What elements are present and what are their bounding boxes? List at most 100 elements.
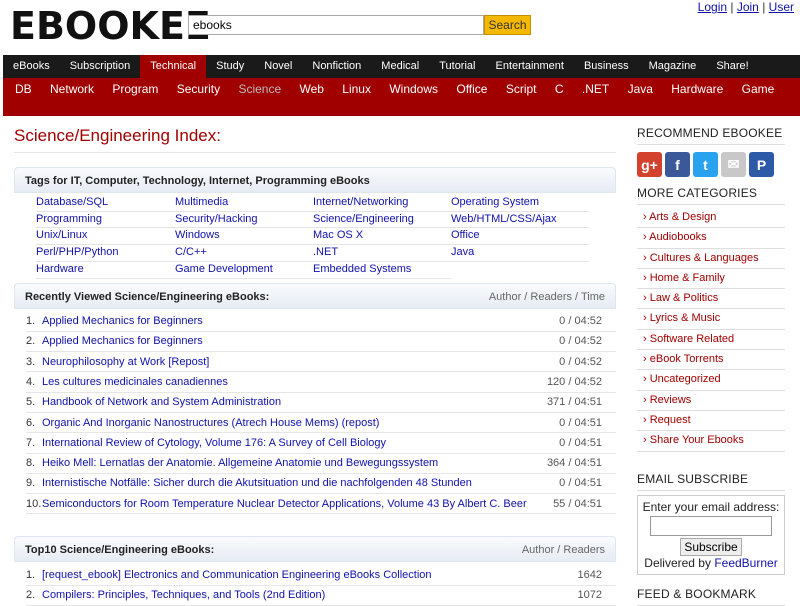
list-item: 2. Compilers: Principles, Techniques, and… [26,586,616,606]
subnav-db[interactable]: DB [15,82,32,96]
tab-tutorial[interactable]: Tutorial [429,55,485,78]
subnav-hardware[interactable]: Hardware [671,82,723,96]
list-item: 7. International Review of Cytology, Volu… [26,433,616,454]
twitter-icon[interactable]: t [693,152,718,177]
item-title-link[interactable]: Organic And Inorganic Nanostructures (At… [42,413,559,433]
tag-link[interactable]: Web/HTML/CSS/Ajax [451,212,589,229]
facebook-icon[interactable]: f [665,152,690,177]
subnav-game[interactable]: Game [742,82,775,96]
tag-link[interactable]: Office [451,228,589,246]
search-button[interactable]: Search [484,15,531,35]
subnav-script[interactable]: Script [506,82,537,96]
category-link[interactable]: Law & Politics [637,289,785,310]
search-input[interactable] [188,15,484,35]
item-meta: 0 / 04:51 [559,477,602,490]
google-plus-icon[interactable]: g+ [637,152,662,177]
tag-link[interactable]: Operating System [451,195,589,212]
email-icon[interactable]: ✉ [721,152,746,177]
tag-link[interactable]: Embedded Systems [313,262,451,279]
subscribe-button[interactable]: Subscribe [680,537,742,556]
tag-link[interactable]: Security/Hacking [175,212,313,229]
feedburner-link[interactable]: FeedBurner [714,556,777,570]
tab-medical[interactable]: Medical [371,55,429,78]
subnav-network[interactable]: Network [50,82,94,96]
site-logo[interactable]: EBOOKEE [10,4,211,48]
tag-link[interactable]: Hardware [36,262,175,279]
email-field[interactable] [650,515,772,536]
tag-link[interactable]: Perl/PHP/Python [36,245,175,262]
subnav-java[interactable]: Java [628,82,653,96]
category-link[interactable]: Request [637,411,785,432]
category-link[interactable]: Reviews [637,391,785,411]
category-link[interactable]: Uncategorized [637,370,785,391]
category-link[interactable]: Home & Family [637,269,785,290]
tag-link[interactable]: Java [451,245,589,262]
tab-technical[interactable]: Technical [140,55,207,78]
sidebar: RECOMMEND EBOOKEE g+ f t ✉ P MORE CATEGORIES… [637,126,785,606]
item-title-link[interactable]: Applied Mechanics for Beginners [42,331,559,351]
tag-link[interactable]: Windows [175,228,313,246]
social-icons: g+ f t ✉ P [637,152,785,177]
tab-business[interactable]: Business [574,55,639,78]
subnav-web[interactable]: Web [299,82,323,96]
item-title-link[interactable]: Neurophilosophy at Work [Repost] [42,352,559,372]
subnav-dotnet[interactable]: .NET [582,82,609,96]
subnav-science[interactable]: Science [238,82,281,96]
tag-link[interactable]: Database/SQL [36,195,175,212]
tag-link[interactable]: Internet/Networking [313,195,451,212]
tag-link[interactable]: Game Development [175,262,313,279]
pinboard-icon[interactable]: P [749,152,774,177]
category-link[interactable]: Arts & Design [637,208,785,229]
category-link[interactable]: Audiobooks [637,228,785,249]
tag-link[interactable]: .NET [313,245,451,262]
tab-novel[interactable]: Novel [254,55,302,78]
item-title-link[interactable]: Handbook of Network and System Administr… [42,392,547,412]
item-title-link[interactable]: International Review of Cytology, Volume… [42,433,559,453]
subnav-security[interactable]: Security [177,82,220,96]
tab-ebooks[interactable]: eBooks [3,55,60,78]
tab-entertainment[interactable]: Entertainment [485,55,573,78]
list-item: 6. Organic And Inorganic Nanostructures (… [26,413,616,434]
subnav-c[interactable]: C [555,82,564,96]
subnav-office[interactable]: Office [456,82,487,96]
category-link[interactable]: Lyrics & Music [637,309,785,330]
item-title-link[interactable]: Compilers: Principles, Techniques, and T… [42,585,578,605]
tag-link[interactable]: C/C++ [175,245,313,262]
email-prompt: Enter your email address: [642,499,780,514]
item-title-link[interactable]: Internistische Notfälle: Sicher durch di… [42,473,559,493]
login-link[interactable]: Login [698,0,727,14]
item-number: 4. [26,375,36,388]
item-title-link[interactable]: Applied Mechanics for Beginners [42,311,559,331]
list-item: 9. Internistische Notfälle: Sicher durch … [26,473,616,495]
item-title-link[interactable]: Les cultures medicinales canadiennes [42,372,547,392]
main-content: Science/Engineering Index: Tags for IT, … [14,126,616,606]
subnav-linux[interactable]: Linux [342,82,371,96]
item-title-link[interactable]: Semiconductors for Room Temperature Nucl… [42,494,553,514]
category-link[interactable]: Software Related [637,330,785,351]
user-link[interactable]: User [769,0,794,14]
tab-study[interactable]: Study [206,55,254,78]
item-title-link[interactable]: [request_ebook] Electronics and Communic… [42,565,578,585]
tab-subscription[interactable]: Subscription [60,55,141,78]
category-link[interactable]: eBook Torrents [637,350,785,371]
list-item: 3. Neurophilosophy at Work [Repost] 0 / 04… [26,352,616,373]
join-link[interactable]: Join [737,0,759,14]
tag-link[interactable]: Mac OS X [313,228,451,246]
tag-link[interactable]: Multimedia [175,195,313,212]
item-meta: 0 / 04:52 [559,355,602,368]
item-meta: 371 / 04:51 [546,396,602,409]
subnav-program[interactable]: Program [112,82,158,96]
category-link[interactable]: Share Your Ebooks [637,431,785,452]
category-link[interactable]: Cultures & Languages [637,249,785,269]
tab-nonfiction[interactable]: Nonfiction [302,55,371,78]
top10-heading: Top10 Science/Engineering eBooks: Author… [14,536,616,563]
tag-link[interactable]: Unix/Linux [36,228,175,246]
tag-link[interactable]: Programming [36,212,175,229]
item-title-link[interactable]: Heiko Mell: Lernatlas der Anatomie. Allg… [42,453,547,473]
recent-heading: Recently Viewed Science/Engineering eBoo… [14,282,616,309]
tab-share[interactable]: Share! [706,55,758,78]
tab-magazine[interactable]: Magazine [639,55,707,78]
subnav-windows[interactable]: Windows [389,82,438,96]
list-item: 1. [request_ebook] Electronics and Commun… [26,565,616,586]
tag-link[interactable]: Science/Engineering [313,212,451,229]
